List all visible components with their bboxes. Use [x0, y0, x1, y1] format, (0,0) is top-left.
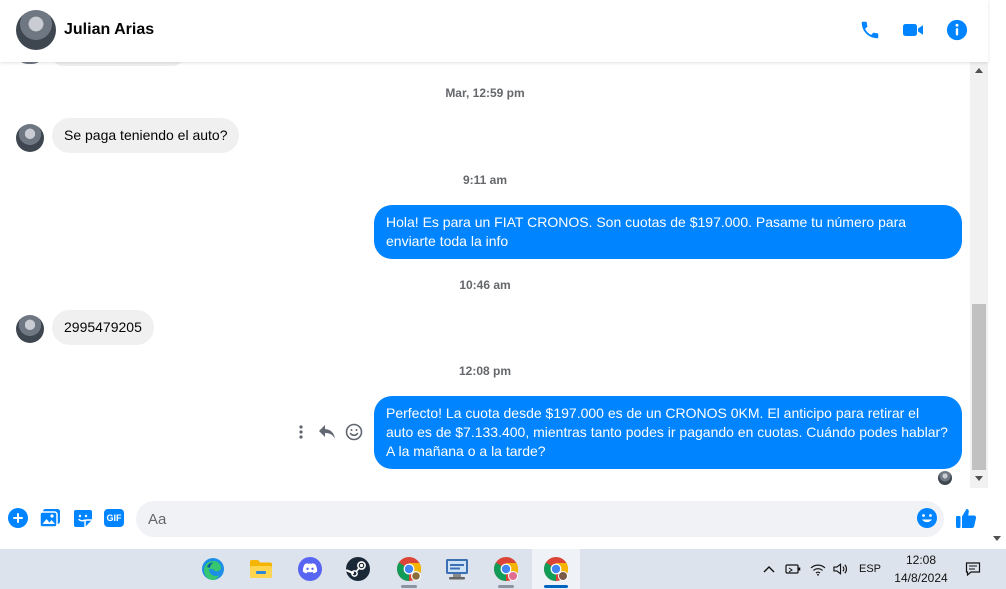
emoji-icon[interactable] — [916, 507, 938, 529]
clock-date[interactable]: 14/8/2024 — [891, 571, 951, 585]
avatar — [16, 62, 44, 64]
battery-icon[interactable] — [785, 561, 801, 577]
chrome-icon[interactable] — [385, 549, 433, 589]
volume-icon[interactable] — [833, 561, 849, 577]
timestamp: Mar, 12:59 pm — [445, 86, 525, 100]
message-input[interactable] — [136, 501, 944, 537]
timestamp: 12:08 pm — [458, 364, 512, 378]
seen-indicator-avatar — [938, 471, 952, 485]
windows-taskbar: ESP 12:08 14/8/2024 — [0, 549, 1006, 589]
chat-header: Julian Arias — [0, 0, 988, 62]
info-icon[interactable] — [944, 17, 970, 43]
gif-label: GIF — [104, 509, 124, 527]
reply-icon[interactable] — [316, 420, 338, 444]
more-options-icon[interactable] — [290, 420, 312, 444]
incoming-message[interactable]: Se paga teniendo el auto? — [52, 118, 240, 153]
message-list[interactable]: Mar, 12:59 pm Se paga teniendo el auto? … — [0, 62, 970, 487]
chrome-profile-icon[interactable] — [482, 549, 530, 589]
scroll-up-arrow-icon[interactable] — [975, 68, 983, 73]
message-composer: GIF — [0, 488, 988, 548]
page-scroll-down-arrow-icon[interactable] — [993, 536, 1001, 541]
input-language[interactable]: ESP — [857, 563, 883, 575]
file-explorer-icon[interactable] — [237, 549, 285, 589]
chrome-profile-icon-2[interactable] — [532, 549, 580, 589]
emoji-react-icon[interactable] — [343, 420, 365, 444]
scrollbar[interactable] — [970, 62, 988, 488]
wifi-icon[interactable] — [810, 561, 826, 577]
notifications-icon[interactable] — [965, 561, 981, 577]
gif-icon[interactable]: GIF — [103, 507, 125, 529]
contact-name[interactable]: Julian Arias — [64, 21, 154, 39]
outgoing-message[interactable]: Hola! Es para un FIAT CRONOS. Son cuotas… — [374, 205, 962, 259]
discord-icon[interactable] — [286, 549, 334, 589]
message-bubble-partial — [52, 62, 184, 66]
avatar — [16, 124, 44, 152]
window-edge — [988, 0, 1006, 549]
phone-icon[interactable] — [857, 17, 883, 43]
scrollbar-thumb[interactable] — [972, 304, 986, 470]
thumbs-up-icon[interactable] — [955, 507, 977, 529]
contact-avatar[interactable] — [16, 10, 56, 50]
timestamp: 9:11 am — [462, 173, 508, 187]
scroll-down-arrow-icon[interactable] — [975, 476, 983, 481]
steam-icon[interactable] — [334, 549, 382, 589]
video-camera-icon[interactable] — [900, 17, 926, 43]
plus-icon[interactable] — [7, 507, 29, 529]
network-app-icon[interactable] — [433, 549, 481, 589]
show-hidden-icons-chevron-icon[interactable] — [761, 561, 777, 577]
image-icon[interactable] — [39, 507, 61, 529]
edge-icon[interactable] — [189, 549, 237, 589]
clock-time[interactable]: 12:08 — [891, 553, 951, 567]
sticker-icon[interactable] — [72, 507, 94, 529]
message-actions — [290, 420, 366, 444]
avatar — [16, 315, 44, 343]
timestamp: 10:46 am — [459, 278, 511, 292]
outgoing-message[interactable]: Perfecto! La cuota desde $197.000 es de … — [374, 396, 962, 469]
incoming-message[interactable]: 2995479205 — [52, 310, 154, 345]
